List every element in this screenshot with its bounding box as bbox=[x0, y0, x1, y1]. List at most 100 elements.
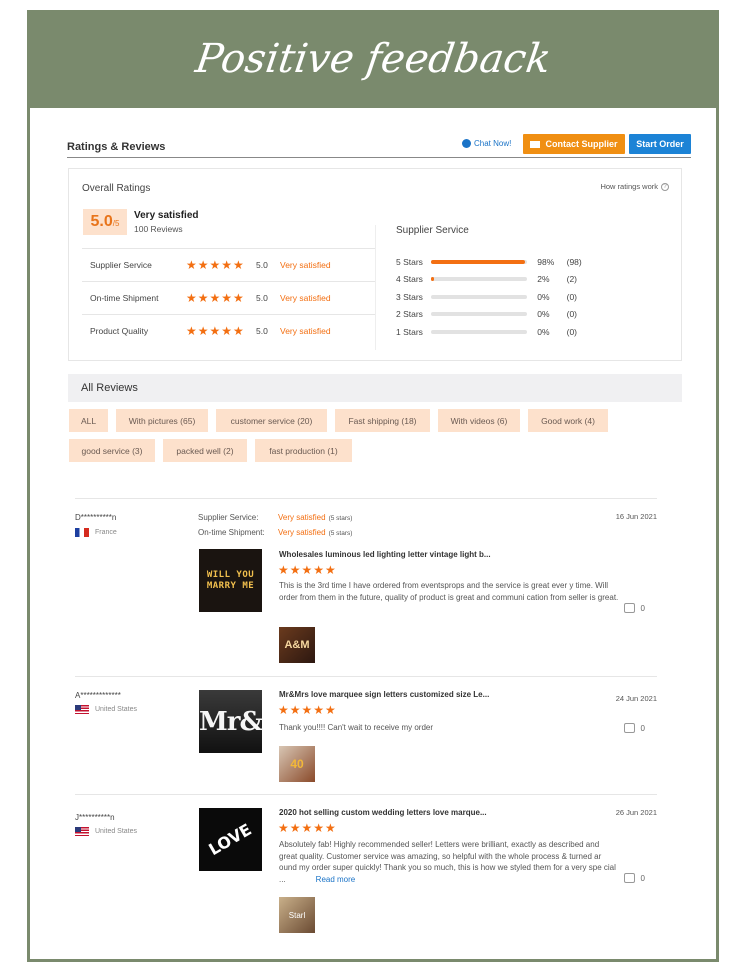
tag-all[interactable]: ALL bbox=[69, 409, 108, 432]
start-order-button[interactable]: Start Order bbox=[629, 134, 691, 154]
review-date: 26 Jun 2021 bbox=[615, 808, 657, 817]
star-bar-count: (0) bbox=[566, 309, 577, 320]
sub-rating-score: 5.0 bbox=[256, 260, 268, 270]
star-bar-count: (2) bbox=[566, 274, 577, 285]
product-title-link[interactable]: Mr&Mrs love marquee sign letters customi… bbox=[279, 690, 489, 699]
product-thumbnail[interactable]: WILL YOU MARRY ME bbox=[199, 549, 262, 612]
product-title-link[interactable]: 2020 hot selling custom wedding letters … bbox=[279, 808, 487, 817]
star-bar-count: (0) bbox=[566, 326, 577, 337]
like-button[interactable]: 0 bbox=[623, 603, 645, 613]
mail-icon bbox=[530, 140, 541, 148]
review-photo[interactable]: 40 bbox=[279, 746, 315, 782]
star-bar-track bbox=[431, 312, 528, 317]
reviewer-country: United States bbox=[75, 705, 137, 714]
overall-ratings-panel: Overall Ratings How ratings work ? 5.0 /… bbox=[68, 168, 682, 361]
reviewer-country: United States bbox=[75, 827, 137, 836]
country-name: United States bbox=[95, 828, 138, 835]
thumbs-up-icon bbox=[623, 873, 635, 883]
tag-good-service[interactable]: good service (3) bbox=[69, 439, 155, 462]
meta-key: On-time Shipment: bbox=[198, 528, 265, 537]
star-distribution: 5 Stars 98% (98) 4 Stars 2% (2) 3 Stars … bbox=[396, 253, 596, 341]
tag-packed-well[interactable]: packed well (2) bbox=[163, 439, 247, 462]
product-title-link[interactable]: Wholesales luminous led lighting letter … bbox=[279, 550, 491, 559]
star-bar-percent: 0% bbox=[537, 326, 550, 337]
like-button[interactable]: 0 bbox=[623, 723, 645, 733]
all-reviews-header: All Reviews bbox=[68, 374, 682, 402]
star-bar-track bbox=[431, 277, 528, 282]
star-bar-label: 3 Stars bbox=[396, 291, 423, 302]
review-date: 16 Jun 2021 bbox=[615, 512, 657, 521]
star-bar-track bbox=[431, 259, 528, 264]
chat-icon bbox=[462, 139, 471, 148]
overall-score-max: /5 bbox=[112, 219, 120, 228]
star-bar-fill bbox=[431, 259, 526, 264]
star-bar-label: 4 Stars bbox=[396, 274, 423, 285]
sub-rating-row: On-time Shipment ★★★★★ 5.0 Very satisfie… bbox=[82, 281, 376, 314]
review-stars-icon: ★★★★★ bbox=[278, 563, 337, 577]
tag-fast-shipping[interactable]: Fast shipping (18) bbox=[335, 409, 430, 432]
supplier-service-label: Supplier Service bbox=[396, 225, 469, 236]
thumbnail-text: MARRY ME bbox=[206, 580, 255, 591]
reviews-count: 100 Reviews bbox=[134, 224, 183, 234]
us-flag-icon bbox=[75, 827, 89, 836]
star-rating-icon: ★★★★★ bbox=[186, 291, 245, 305]
review-photo[interactable]: A&M bbox=[279, 627, 315, 663]
sub-rating-text: Very satisfied bbox=[280, 293, 331, 303]
product-thumbnail[interactable]: LOVE bbox=[199, 808, 262, 871]
thumbs-up-icon bbox=[623, 723, 635, 733]
chat-now-link[interactable]: Chat Now! bbox=[462, 139, 511, 148]
sub-rating-row: Product Quality ★★★★★ 5.0 Very satisfied bbox=[82, 314, 376, 347]
star-bar-label: 5 Stars bbox=[396, 256, 423, 267]
star-bar-label: 1 Stars bbox=[396, 326, 423, 337]
divider bbox=[375, 225, 376, 350]
like-count: 0 bbox=[640, 723, 645, 733]
review-stars-icon: ★★★★★ bbox=[278, 821, 337, 835]
reviewer-name: D**********n bbox=[75, 513, 117, 522]
meta-stars: (5 stars) bbox=[328, 530, 353, 537]
overall-verdict: Very satisfied bbox=[134, 210, 199, 221]
overall-ratings-label: Overall Ratings bbox=[82, 183, 151, 194]
review-text: Absolutely fab! Highly recommended selle… bbox=[279, 839, 619, 885]
tag-customer-service[interactable]: customer service (20) bbox=[216, 409, 327, 432]
star-rating-icon: ★★★★★ bbox=[186, 324, 245, 338]
like-button[interactable]: 0 bbox=[623, 873, 645, 883]
sub-rating-score: 5.0 bbox=[256, 326, 268, 336]
sub-rating-score: 5.0 bbox=[256, 293, 268, 303]
contact-supplier-button[interactable]: Contact Supplier bbox=[523, 134, 625, 154]
star-bar-percent: 0% bbox=[537, 309, 550, 320]
sub-rating-row: Supplier Service ★★★★★ 5.0 Very satisfie… bbox=[82, 248, 376, 281]
star-bar-count: (0) bbox=[566, 291, 577, 302]
review-meta-shipment: On-time Shipment: Very satisfied (5 stars) bbox=[198, 528, 352, 537]
page: Positive feedback Ratings & Reviews Chat… bbox=[0, 0, 750, 978]
meta-value: Very satisfied bbox=[278, 528, 326, 537]
review-item: A************* United States 24 Jun 2021… bbox=[75, 676, 657, 794]
how-ratings-work-link[interactable]: How ratings work ? bbox=[600, 182, 669, 191]
reviewer-country: France bbox=[75, 528, 117, 537]
review-item: D**********n France Supplier Service: Ver… bbox=[75, 498, 657, 676]
star-bar-row: 4 Stars 2% (2) bbox=[396, 271, 596, 289]
how-ratings-label: How ratings work bbox=[600, 182, 658, 191]
tag-good-work[interactable]: Good work (4) bbox=[528, 409, 608, 432]
star-bar-percent: 2% bbox=[537, 274, 550, 285]
meta-stars: (5 stars) bbox=[328, 515, 353, 522]
star-bar-percent: 98% bbox=[537, 256, 555, 267]
star-rating-icon: ★★★★★ bbox=[186, 258, 245, 272]
overall-score: 5.0 bbox=[90, 213, 113, 230]
thumbnail-text: LOVE bbox=[205, 819, 256, 860]
product-thumbnail[interactable]: Mr& bbox=[199, 690, 263, 753]
thumbs-up-icon bbox=[623, 603, 635, 613]
star-bar-count: (98) bbox=[566, 256, 582, 267]
tag-with-pictures[interactable]: With pictures (65) bbox=[116, 409, 208, 432]
tag-with-videos[interactable]: With videos (6) bbox=[438, 409, 520, 432]
star-bar-row: 3 Stars 0% (0) bbox=[396, 288, 596, 306]
meta-key: Supplier Service: bbox=[198, 513, 259, 522]
thumbnail-text: WILL YOU bbox=[206, 569, 255, 580]
sub-rating-text: Very satisfied bbox=[280, 260, 331, 270]
tag-fast-production[interactable]: fast production (1) bbox=[255, 439, 352, 462]
reviewer-name: A************* bbox=[75, 691, 121, 700]
reviewer-name: J**********n bbox=[75, 813, 115, 822]
read-more-link[interactable]: Read more bbox=[316, 875, 356, 884]
review-text: Thank you!!!! Can't wait to receive my o… bbox=[279, 723, 434, 732]
review-photo[interactable]: Starl bbox=[279, 897, 315, 933]
star-bar-track bbox=[431, 329, 528, 334]
